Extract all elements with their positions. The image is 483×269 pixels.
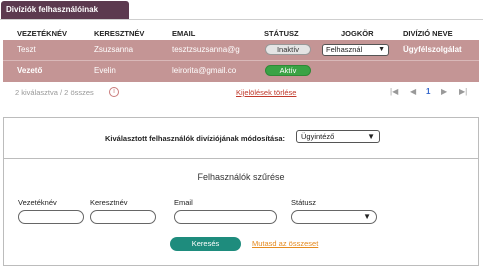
email-input[interactable] [174, 210, 277, 224]
last-page-icon[interactable]: ▶| [459, 87, 467, 96]
chevron-down-icon: ▼ [378, 46, 385, 53]
cell-email: tesztzsuzsanna@g [172, 45, 240, 54]
last-name-input[interactable] [18, 210, 84, 224]
prev-page-icon[interactable]: ◀ [410, 87, 416, 96]
role-select[interactable]: Felhasznál ▼ [322, 44, 389, 56]
column-header-first-name[interactable]: KERESZTNÉV [94, 29, 144, 38]
page-title-tab: Divíziók felhasználóinak kezelése [1, 1, 129, 32]
status-badge[interactable]: Inaktív [265, 44, 311, 55]
table-row[interactable]: Teszt Zsuzsanna tesztzsuzsanna@g Inaktív… [3, 40, 479, 61]
table-header: VEZETÉKNÉV KERESZTNÉV EMAIL STÁTUSZ JOGK… [3, 27, 479, 40]
email-label: Email [174, 198, 193, 207]
cell-last-name: Teszt [17, 45, 36, 54]
first-page-icon[interactable]: |◀ [390, 87, 398, 96]
cell-first-name: Zsuzsanna [94, 45, 134, 54]
current-page[interactable]: 1 [426, 87, 430, 96]
status-select[interactable]: ▼ [291, 210, 377, 224]
chevron-down-icon: ▼ [363, 212, 371, 221]
column-header-division[interactable]: DIVÍZIÓ NEVE [403, 29, 453, 38]
table-footer: 2 kiválasztva / 2 összes i Kijelölések t… [3, 86, 479, 100]
role-select-value: Felhasznál [326, 45, 363, 54]
panel-divider [4, 158, 478, 159]
clear-selection-link[interactable]: Kijelölések törlése [236, 88, 296, 97]
column-header-email[interactable]: EMAIL [172, 29, 195, 38]
users-table: VEZETÉKNÉV KERESZTNÉV EMAIL STÁTUSZ JOGK… [3, 27, 479, 82]
division-change-label: Kiválasztott felhasználók divíziójának m… [105, 134, 286, 143]
division-select[interactable]: Ügyintéző ▼ [296, 130, 380, 143]
column-header-role[interactable]: JOGKÖR [341, 29, 374, 38]
cell-division: Ügyfélszolgálat [403, 45, 462, 54]
cell-first-name: Evelin [94, 66, 116, 75]
selection-count: 2 kiválasztva / 2 összes [15, 88, 94, 97]
info-icon[interactable]: i [109, 87, 119, 97]
show-all-link[interactable]: Mutasd az összeset [252, 239, 318, 248]
header-divider [0, 19, 483, 20]
last-name-label: Vezetéknév [18, 198, 57, 207]
next-page-icon[interactable]: ▶ [441, 87, 447, 96]
filter-title: Felhasználók szűrése [197, 172, 285, 182]
division-select-value: Ügyintéző [301, 132, 335, 141]
column-header-status[interactable]: STÁTUSZ [264, 29, 299, 38]
table-row[interactable]: Vezető Evelin leirorita@gmail.co Aktív [3, 61, 479, 82]
first-name-label: Keresztnév [90, 198, 128, 207]
search-button[interactable]: Keresés [170, 237, 241, 251]
column-header-last-name[interactable]: VEZETÉKNÉV [17, 29, 67, 38]
chevron-down-icon: ▼ [367, 132, 375, 141]
cell-email: leirorita@gmail.co [172, 66, 237, 75]
cell-last-name: Vezető [17, 66, 43, 75]
status-label: Státusz [291, 198, 317, 207]
first-name-input[interactable] [90, 210, 156, 224]
actions-panel: Kiválasztott felhasználók divíziójának m… [3, 117, 479, 266]
status-badge[interactable]: Aktív [265, 65, 311, 76]
